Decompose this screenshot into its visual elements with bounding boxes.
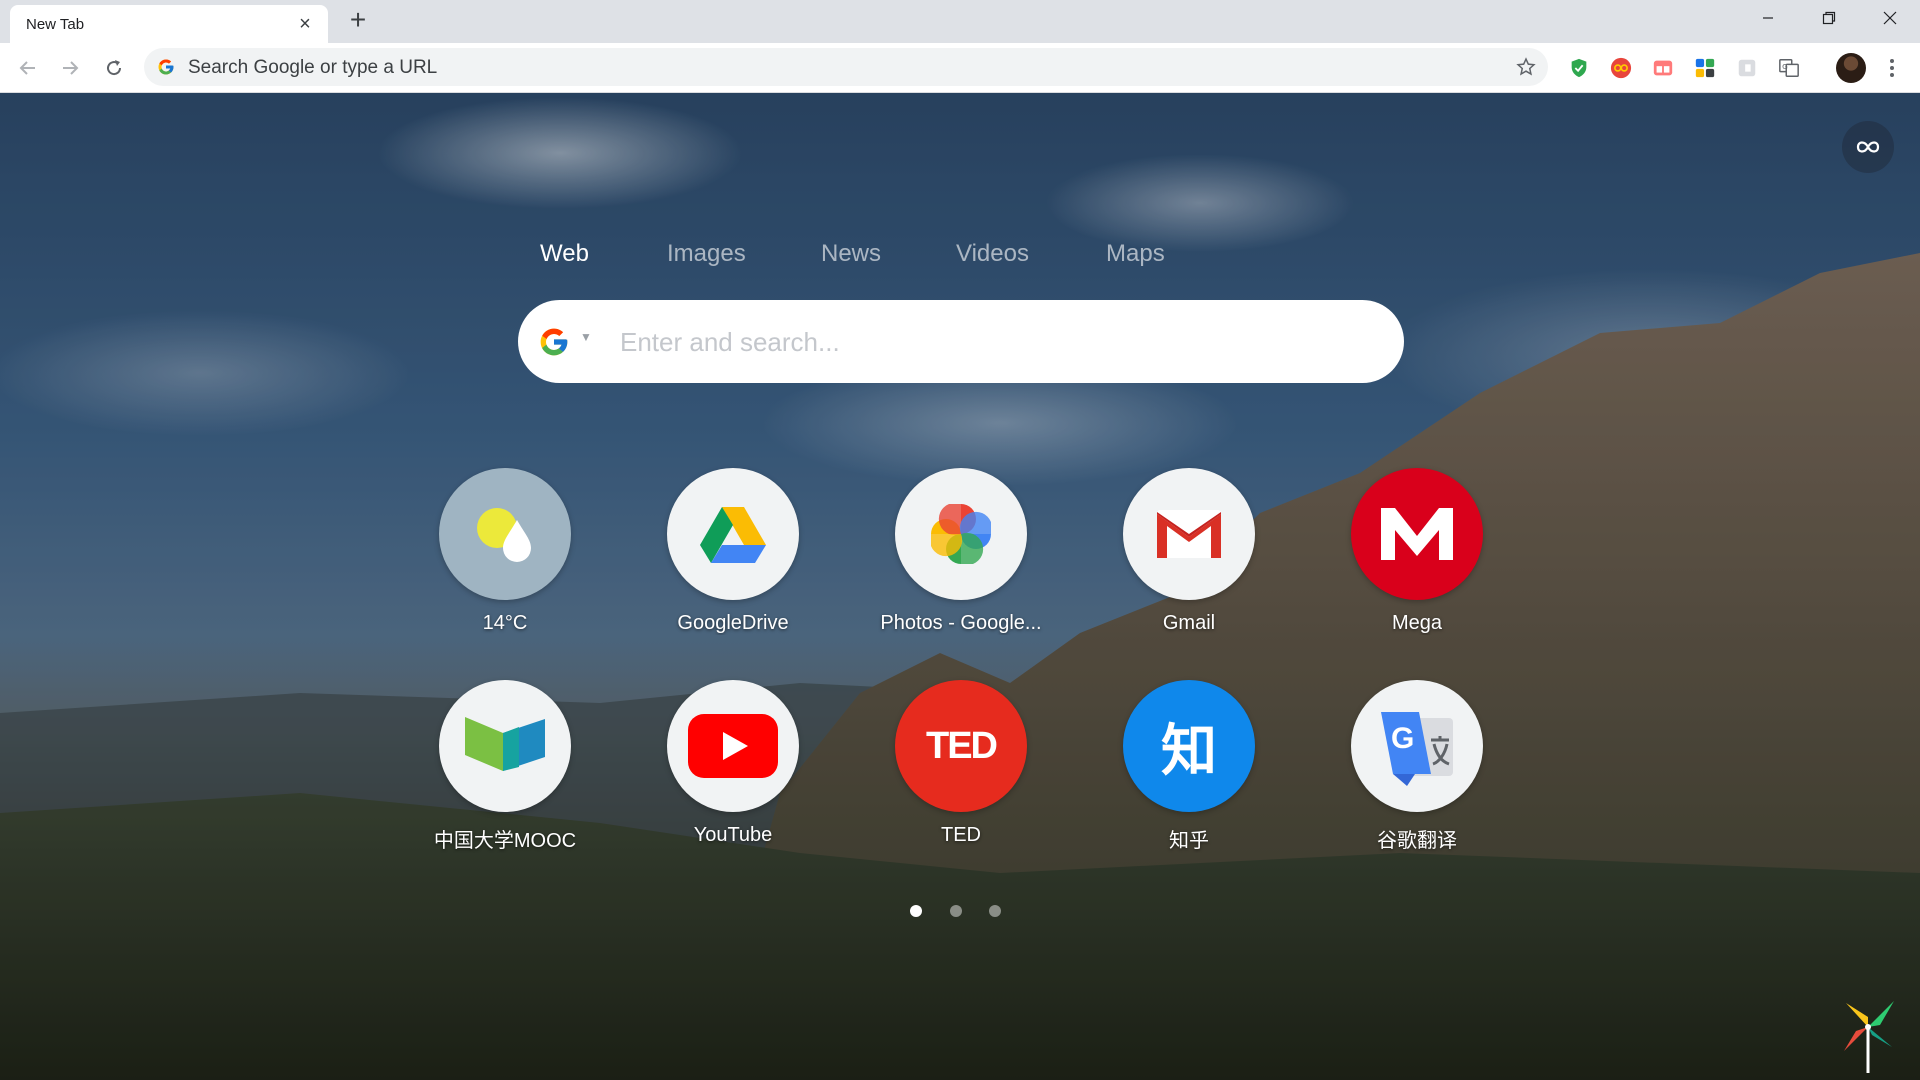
page-indicator [910, 903, 1020, 919]
google-photos-icon [895, 468, 1027, 600]
browser-toolbar: Search Google or type a URL G [0, 43, 1920, 93]
search-box: ▼ [518, 300, 1404, 383]
extension-apps[interactable] [1692, 55, 1718, 81]
shortcut-mega[interactable]: Mega [1322, 468, 1512, 648]
shortcut-zhihu[interactable]: 知 知乎 [1094, 680, 1284, 860]
shortcut-weather[interactable]: 14°C [410, 468, 600, 648]
ted-icon: TED [895, 680, 1027, 812]
reload-button[interactable] [98, 52, 130, 84]
shortcut-gmail[interactable]: Gmail [1094, 468, 1284, 648]
google-g-icon [158, 59, 174, 75]
new-tab-button[interactable]: + [344, 6, 372, 34]
forward-arrow-icon [63, 61, 79, 75]
shortcut-google-drive[interactable]: GoogleDrive [638, 468, 828, 648]
zhihu-icon: 知 [1123, 680, 1255, 812]
close-icon [1883, 11, 1897, 25]
apps-grid-icon [1695, 58, 1715, 78]
shortcut-google-photos[interactable]: Photos - Google... [866, 468, 1056, 648]
svg-text:G: G [1391, 722, 1414, 755]
shortcut-youtube[interactable]: YouTube [638, 680, 828, 860]
shortcut-label: TED [941, 824, 981, 846]
google-drive-icon [667, 468, 799, 600]
grey-extension-icon [1738, 59, 1756, 77]
extension-shield[interactable] [1566, 55, 1592, 81]
mooc-icon [439, 680, 571, 812]
restore-button[interactable] [1799, 0, 1859, 36]
tab-videos[interactable]: Videos [956, 240, 1029, 268]
gmail-icon [1123, 468, 1255, 600]
back-arrow-icon [19, 61, 35, 75]
back-button[interactable] [12, 52, 44, 84]
shortcut-ted[interactable]: TED TED [866, 680, 1056, 860]
restore-icon [1822, 11, 1836, 25]
tab-maps[interactable]: Maps [1106, 240, 1165, 268]
reload-icon [107, 60, 122, 76]
close-window-button[interactable] [1860, 0, 1920, 36]
shortcut-mooc[interactable]: 中国大学MOOC [410, 680, 600, 860]
tab-images[interactable]: Images [667, 240, 746, 268]
search-input[interactable] [620, 322, 1360, 362]
shortcut-label: Mega [1391, 612, 1443, 634]
shortcut-label: Gmail [1162, 612, 1216, 634]
minimize-icon [1763, 17, 1773, 19]
zhihu-icon-text: 知 [1161, 718, 1217, 784]
mega-icon [1351, 468, 1483, 600]
search-engine-google-icon[interactable] [538, 326, 570, 358]
page-dot-1[interactable] [910, 905, 922, 917]
infinity-menu-button[interactable] [1842, 121, 1894, 173]
extension-card[interactable] [1650, 55, 1676, 81]
shortcut-label: 中国大学MOOC [433, 830, 577, 852]
tab-strip: New Tab × + [0, 0, 1920, 43]
shortcut-label: Photos - Google... [880, 612, 1042, 634]
green-shield-icon [1571, 58, 1587, 78]
tab-news[interactable]: News [821, 240, 881, 268]
extension-grey[interactable] [1734, 55, 1760, 81]
translate-icon: G [1779, 59, 1799, 77]
infinity-icon [1856, 141, 1880, 153]
engine-dropdown-caret-icon[interactable]: ▼ [580, 330, 592, 344]
weather-icon [439, 468, 571, 600]
shortcut-google-translate[interactable]: G 谷歌翻译 [1322, 680, 1512, 860]
shortcut-label: 谷歌翻译 [1377, 830, 1457, 852]
svg-text:G: G [1782, 62, 1788, 71]
youtube-icon [667, 680, 799, 812]
extension-translate[interactable]: G [1776, 55, 1802, 81]
minimize-button[interactable] [1738, 0, 1798, 36]
shortcut-label: 14°C [482, 612, 528, 634]
tab-title: New Tab [26, 16, 85, 33]
address-bar-placeholder: Search Google or type a URL [188, 57, 438, 78]
shortcut-label: YouTube [693, 824, 773, 846]
page-dot-3[interactable] [989, 905, 1001, 917]
shortcut-label: 知乎 [1169, 830, 1209, 852]
close-tab-icon[interactable]: × [294, 13, 316, 35]
profile-avatar[interactable] [1836, 53, 1866, 83]
forward-button[interactable] [54, 52, 86, 84]
google-translate-icon: G [1351, 680, 1483, 812]
tab-web[interactable]: Web [540, 240, 589, 268]
ted-icon-text: TED [926, 724, 998, 767]
pink-card-icon [1653, 60, 1673, 76]
pinwheel-logo-icon[interactable] [1840, 993, 1896, 1073]
bookmark-star-icon[interactable] [1516, 57, 1536, 77]
tab-new-tab[interactable]: New Tab × [10, 5, 328, 43]
more-menu-icon[interactable] [1880, 55, 1904, 81]
address-bar[interactable]: Search Google or type a URL [144, 48, 1548, 86]
search-type-tabs: Web Images News Videos Maps [520, 240, 1220, 272]
red-glasses-icon [1610, 57, 1632, 79]
page-dot-2[interactable] [950, 905, 962, 917]
new-tab-page: Web Images News Videos Maps ▼ 14°C Googl… [0, 93, 1920, 1080]
shortcut-label: GoogleDrive [677, 612, 789, 634]
extension-glasses[interactable] [1608, 55, 1634, 81]
